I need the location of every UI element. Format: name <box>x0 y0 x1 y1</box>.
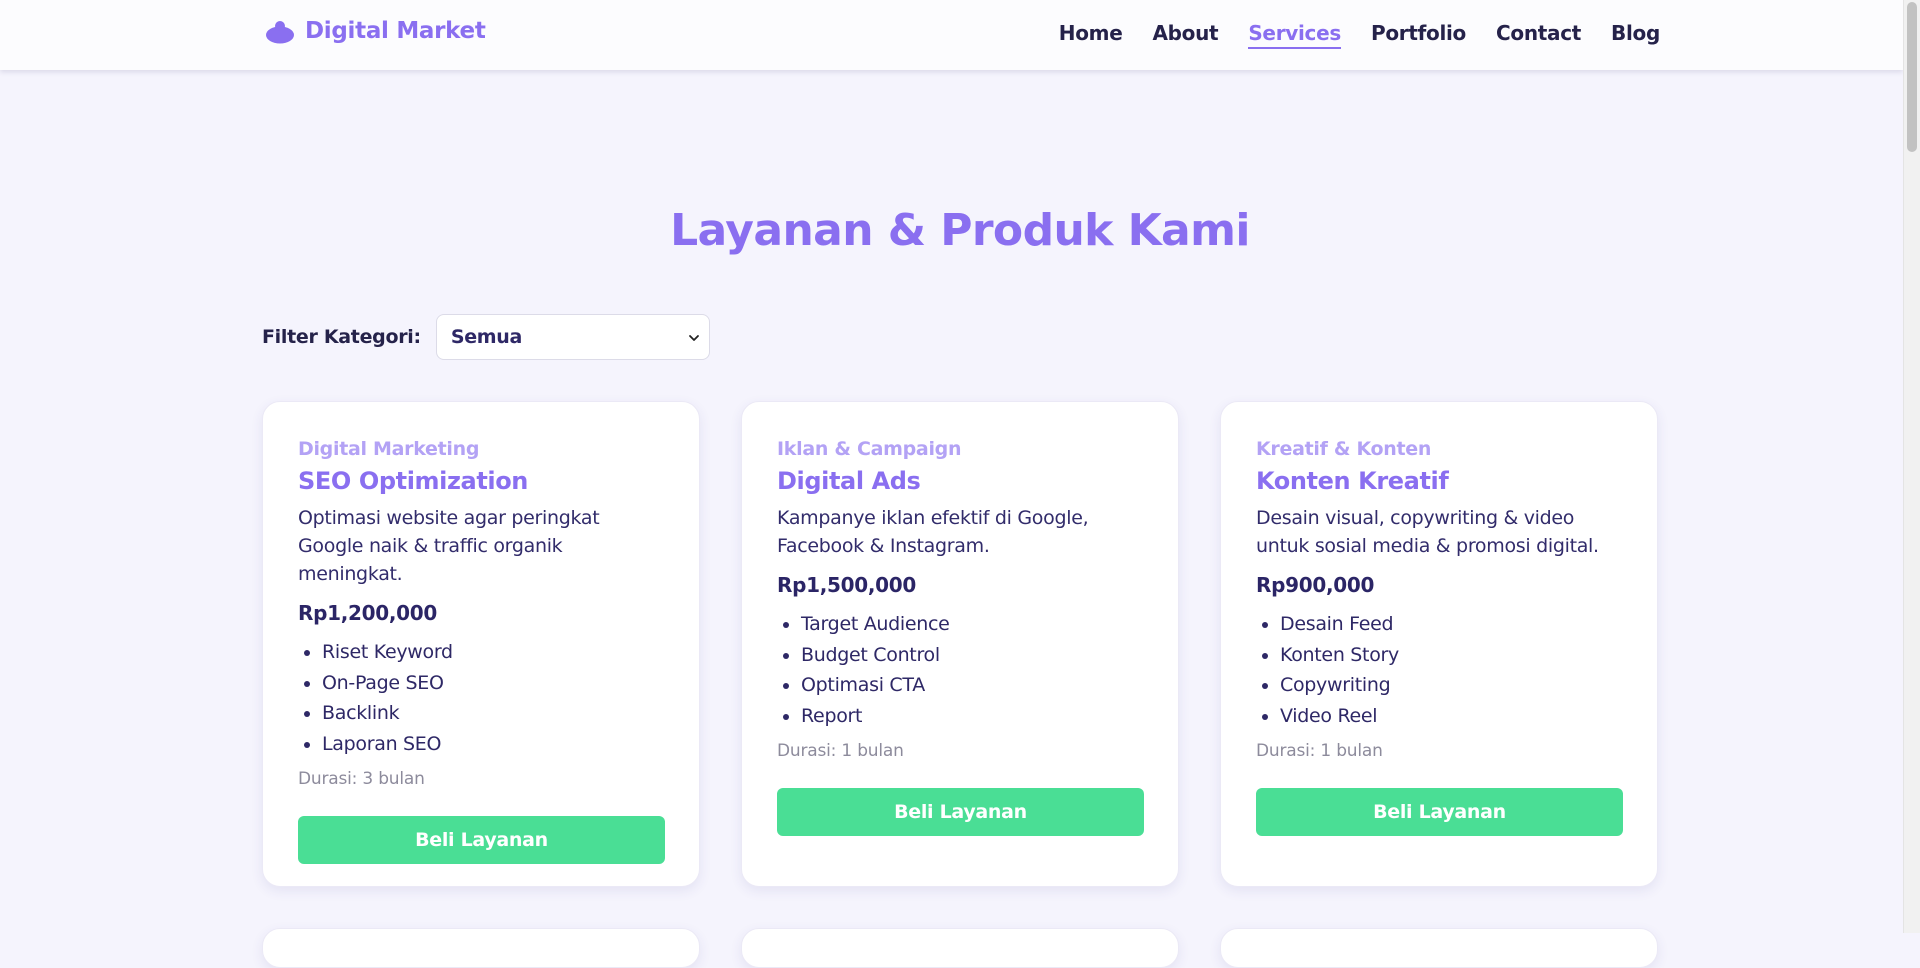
service-card-digital-ads: Iklan & Campaign Digital Ads Kampanye ik… <box>741 401 1179 887</box>
filter-label: Filter Kategori: <box>262 326 421 348</box>
service-card-partial <box>262 928 700 968</box>
card-price: Rp1,500,000 <box>777 573 917 597</box>
card-feature: Riset Keyword <box>298 637 664 668</box>
card-duration: Durasi: 1 bulan <box>777 741 904 761</box>
card-feature: Budget Control <box>777 640 1143 671</box>
service-card-partial <box>1220 928 1658 968</box>
nav-contact[interactable]: Contact <box>1496 21 1581 49</box>
site-header: Digital Market Home About Services Portf… <box>0 0 1903 70</box>
chevron-down-icon <box>688 335 699 341</box>
main-nav: Home About Services Portfolio Contact Bl… <box>1059 21 1660 49</box>
card-feature: Report <box>777 701 1143 732</box>
card-description: Optimasi website agar peringkat Google n… <box>298 507 600 585</box>
page-scrollbar[interactable] <box>1903 0 1920 933</box>
card-description: Desain visual, copywriting & video untuk… <box>1256 507 1599 557</box>
card-feature: Video Reel <box>1256 701 1622 732</box>
card-feature: Target Audience <box>777 609 1143 640</box>
card-price: Rp900,000 <box>1256 573 1375 597</box>
card-title: SEO Optimization <box>298 467 528 495</box>
brand-name: Digital Market <box>305 18 486 44</box>
page-title: Layanan & Produk Kami <box>670 205 1250 256</box>
card-duration: Durasi: 1 bulan <box>1256 741 1383 761</box>
card-title: Digital Ads <box>777 467 921 495</box>
service-card-konten-kreatif: Kreatif & Konten Konten Kreatif Desain v… <box>1220 401 1658 887</box>
card-category: Kreatif & Konten <box>1256 438 1432 460</box>
card-feature: Desain Feed <box>1256 609 1622 640</box>
scrollbar-thumb[interactable] <box>1907 2 1917 152</box>
blob-icon <box>266 21 294 44</box>
buy-service-button[interactable]: Beli Layanan <box>777 788 1144 836</box>
card-title: Konten Kreatif <box>1256 467 1449 495</box>
card-feature-list: Desain Feed Konten Story Copywriting Vid… <box>1256 609 1622 731</box>
service-card-partial <box>741 928 1179 968</box>
nav-services[interactable]: Services <box>1248 21 1341 49</box>
card-feature: Konten Story <box>1256 640 1622 671</box>
buy-service-button[interactable]: Beli Layanan <box>298 816 665 864</box>
card-feature: Backlink <box>298 698 664 729</box>
buy-service-button[interactable]: Beli Layanan <box>1256 788 1623 836</box>
card-category: Iklan & Campaign <box>777 438 962 460</box>
card-feature: On-Page SEO <box>298 668 664 699</box>
card-price: Rp1,200,000 <box>298 601 438 625</box>
category-select[interactable]: Semua <box>435 314 710 360</box>
service-card-seo: Digital Marketing SEO Optimization Optim… <box>262 401 700 887</box>
card-category: Digital Marketing <box>298 438 480 460</box>
card-feature-list: Riset Keyword On-Page SEO Backlink Lapor… <box>298 637 664 759</box>
card-feature: Optimasi CTA <box>777 670 1143 701</box>
category-filter: Filter Kategori: Semua <box>262 314 710 360</box>
nav-blog[interactable]: Blog <box>1611 21 1660 49</box>
card-feature-list: Target Audience Budget Control Optimasi … <box>777 609 1143 731</box>
category-select-value: Semua <box>450 326 523 348</box>
card-duration: Durasi: 3 bulan <box>298 769 425 789</box>
nav-about[interactable]: About <box>1152 21 1218 49</box>
nav-home[interactable]: Home <box>1059 21 1123 49</box>
brand-logo[interactable]: Digital Market <box>265 18 486 44</box>
nav-portfolio[interactable]: Portfolio <box>1371 21 1466 49</box>
card-description: Kampanye iklan efektif di Google, Facebo… <box>777 507 1089 557</box>
card-feature: Laporan SEO <box>298 729 664 760</box>
card-feature: Copywriting <box>1256 670 1622 701</box>
